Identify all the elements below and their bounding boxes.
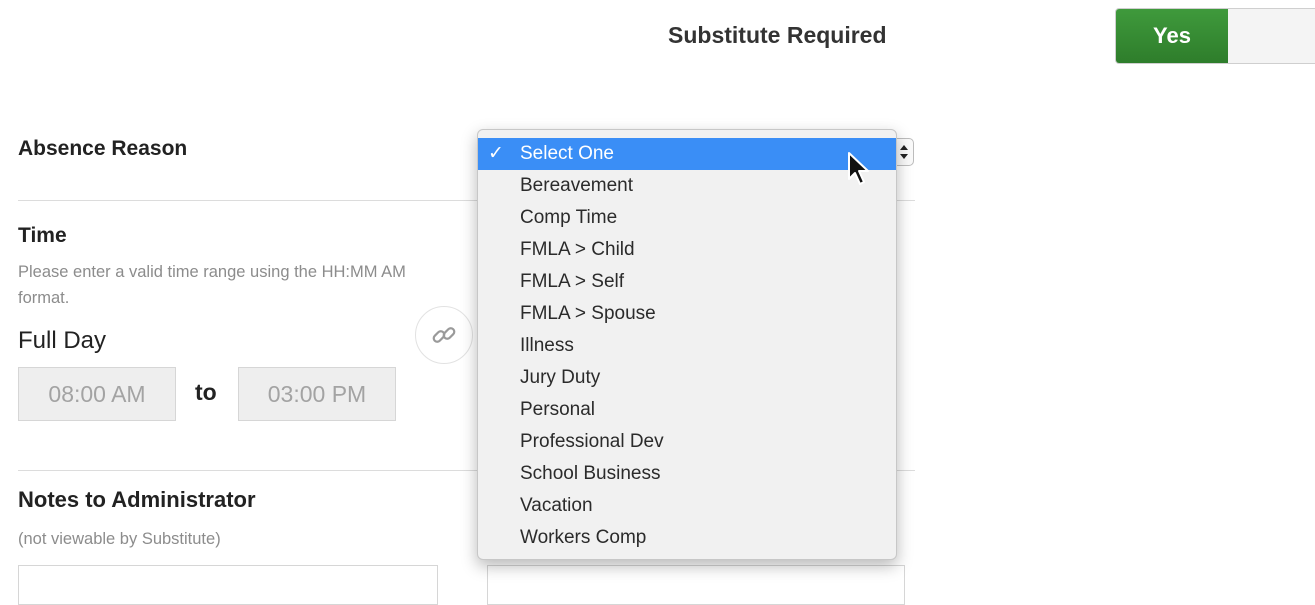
time-heading: Time [18, 224, 67, 247]
menu-item-label: Personal [520, 399, 595, 420]
absence-reason-heading: Absence Reason [18, 137, 188, 160]
start-time-input[interactable]: 08:00 AM [18, 367, 176, 421]
menu-item-professional-dev[interactable]: Professional Dev [478, 426, 896, 458]
menu-item-label: Vacation [520, 495, 593, 516]
menu-item-label: FMLA > Spouse [520, 303, 656, 324]
to-label: to [195, 379, 217, 405]
link-icon [432, 327, 456, 343]
menu-item-fmla-spouse[interactable]: FMLA > Spouse [478, 298, 896, 330]
toggle-off-side [1228, 9, 1315, 63]
menu-item-label: Select One [520, 143, 614, 164]
menu-item-label: Workers Comp [520, 527, 647, 548]
toggle-yes-label: Yes [1116, 9, 1228, 63]
menu-item-bereavement[interactable]: Bereavement [478, 170, 896, 202]
menu-item-label: FMLA > Child [520, 239, 635, 260]
menu-item-vacation[interactable]: Vacation [478, 490, 896, 522]
checkmark-icon: ✓ [488, 143, 504, 164]
menu-item-label: FMLA > Self [520, 271, 625, 292]
absence-reason-dropdown-menu: ✓ Select One Bereavement Comp Time FMLA … [477, 129, 897, 560]
substitute-required-toggle[interactable]: Yes [1115, 8, 1315, 64]
full-day-label: Full Day [18, 327, 107, 354]
menu-item-comp-time[interactable]: Comp Time [478, 202, 896, 234]
menu-item-fmla-child[interactable]: FMLA > Child [478, 234, 896, 266]
menu-item-workers-comp[interactable]: Workers Comp [478, 522, 896, 554]
menu-item-fmla-self[interactable]: FMLA > Self [478, 266, 896, 298]
menu-item-label: Comp Time [520, 207, 618, 228]
menu-item-jury-duty[interactable]: Jury Duty [478, 362, 896, 394]
secondary-textarea[interactable] [487, 565, 905, 605]
menu-item-label: School Business [520, 463, 661, 484]
menu-item-school-business[interactable]: School Business [478, 458, 896, 490]
time-help-text: Please enter a valid time range using th… [18, 263, 406, 307]
end-time-input[interactable]: 03:00 PM [238, 367, 396, 421]
menu-item-label: Illness [520, 335, 574, 356]
link-button[interactable] [415, 306, 473, 364]
notes-subtext: (not viewable by Substitute) [18, 530, 221, 548]
menu-item-label: Professional Dev [520, 431, 664, 452]
menu-item-label: Jury Duty [520, 367, 601, 388]
menu-item-select-one[interactable]: ✓ Select One [478, 138, 896, 170]
notes-heading: Notes to Administrator [18, 487, 256, 512]
substitute-required-label: Substitute Required [668, 22, 887, 48]
menu-item-personal[interactable]: Personal [478, 394, 896, 426]
notes-textarea[interactable] [18, 565, 438, 605]
mouse-pointer-icon [848, 152, 869, 185]
menu-item-illness[interactable]: Illness [478, 330, 896, 362]
menu-item-label: Bereavement [520, 175, 634, 196]
select-arrows-icon [900, 145, 908, 159]
